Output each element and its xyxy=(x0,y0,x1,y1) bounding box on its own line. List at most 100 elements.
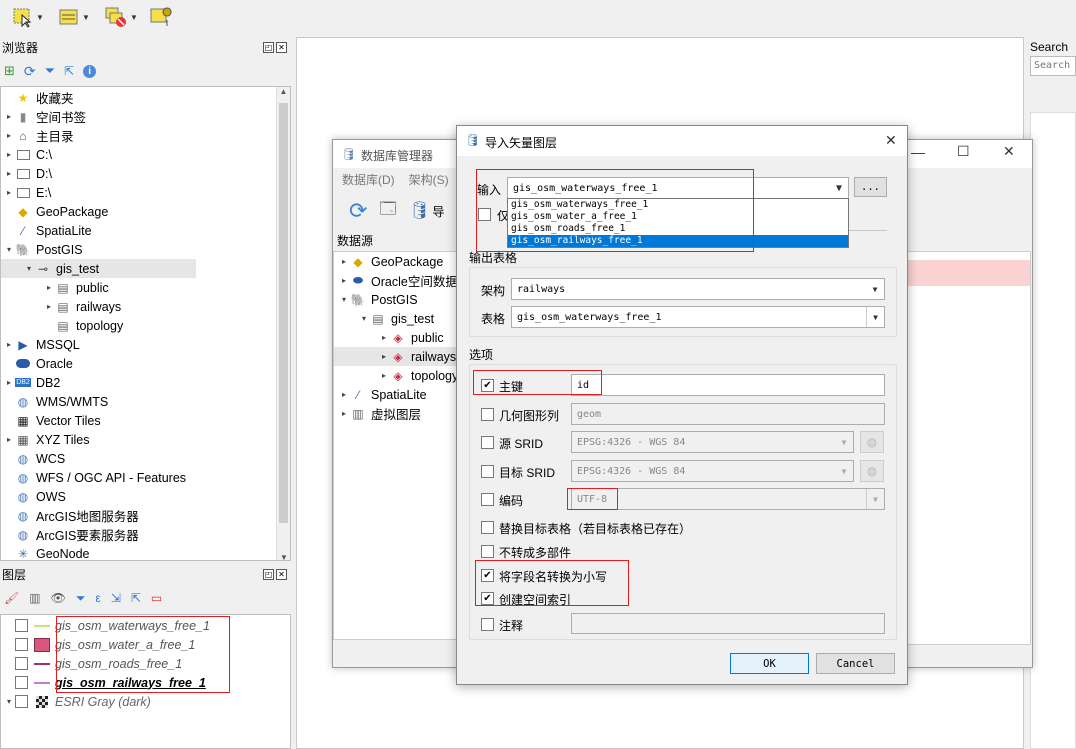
collapsed-arrow-icon[interactable]: ▸ xyxy=(3,112,15,121)
float-icon[interactable]: ◰ xyxy=(263,568,274,580)
db-tree-item[interactable]: ▸ ◈ public xyxy=(334,328,457,347)
add-group-icon[interactable]: ▥ xyxy=(29,591,40,605)
spatial-index-checkbox[interactable]: ✔ xyxy=(481,592,494,605)
browser-item[interactable]: ▸ ▦ XYZ Tiles xyxy=(1,430,290,449)
layer-row[interactable]: gis_osm_roads_free_1 xyxy=(1,654,290,673)
encoding-combo[interactable]: UTF-8 ▼ xyxy=(571,488,885,510)
layer-visibility-checkbox[interactable] xyxy=(15,619,28,632)
db-tree-item[interactable]: ▸ ⁄ SpatiaLite xyxy=(334,385,457,404)
layer-visibility-checkbox[interactable] xyxy=(15,638,28,651)
browser-item[interactable]: ◍ ArcGIS要素服务器 xyxy=(1,525,290,544)
db-tree-item[interactable]: ▸ ◈ topology xyxy=(334,366,457,385)
filter-icon[interactable]: ⏷ xyxy=(45,63,55,79)
visibility-icon[interactable]: 👁 xyxy=(51,591,66,605)
db-tree-item[interactable]: ▸ ◈ railways xyxy=(334,347,457,366)
browser-item[interactable]: ★ 收藏夹 xyxy=(1,88,290,107)
browser-item[interactable]: ▸ E:\ xyxy=(1,183,290,202)
close-icon[interactable]: ✕ xyxy=(1003,143,1015,160)
dropdown-option[interactable]: gis_osm_railways_free_1 xyxy=(508,235,848,247)
cancel-button[interactable]: Cancel xyxy=(816,653,895,674)
maximize-icon[interactable]: ☐ xyxy=(957,143,970,160)
close-icon[interactable]: ✕ xyxy=(276,41,287,53)
close-icon[interactable]: ✕ xyxy=(885,132,897,149)
filter-legend-icon[interactable]: ⏷ xyxy=(76,591,86,606)
comment-checkbox[interactable] xyxy=(481,618,494,631)
browser-item[interactable]: ⁄ SpatiaLite xyxy=(1,221,290,240)
source-srid-combo[interactable]: EPSG:4326 - WGS 84 ▼ xyxy=(571,431,854,453)
layer-row[interactable]: gis_osm_waterways_free_1 xyxy=(1,616,290,635)
browser-item[interactable]: ◍ OWS xyxy=(1,487,290,506)
expression-filter-icon[interactable]: ε xyxy=(95,591,100,605)
browser-item[interactable]: ◍ WFS / OGC API - Features xyxy=(1,468,290,487)
browser-item[interactable]: ▸ ▤ public xyxy=(1,278,290,297)
primary-key-input[interactable]: id xyxy=(571,374,885,396)
browser-item[interactable]: ◍ ArcGIS地图服务器 xyxy=(1,506,290,525)
browser-item[interactable]: ▸ D:\ xyxy=(1,164,290,183)
input-layer-combo[interactable]: gis_osm_waterways_free_1 ▼ xyxy=(507,177,849,199)
collapsed-arrow-icon[interactable]: ▸ xyxy=(378,352,390,361)
remove-layer-icon[interactable]: ▭ xyxy=(151,591,162,605)
browser-item[interactable]: ▸ ▶ MSSQL xyxy=(1,335,290,354)
table-combo[interactable]: gis_osm_waterways_free_1 ▼ xyxy=(511,306,885,328)
expanded-arrow-icon[interactable]: ▾ xyxy=(3,697,15,706)
refresh-icon[interactable]: ⟳ xyxy=(24,63,36,80)
browser-item[interactable]: ✳ GeoNode xyxy=(1,544,290,561)
collapsed-arrow-icon[interactable]: ▸ xyxy=(3,131,15,140)
collapsed-arrow-icon[interactable]: ▸ xyxy=(3,150,15,159)
only-selected-checkbox[interactable] xyxy=(478,208,491,221)
ok-button[interactable]: OK xyxy=(730,653,809,674)
collapsed-arrow-icon[interactable]: ▸ xyxy=(338,276,350,285)
collapsed-arrow-icon[interactable]: ▸ xyxy=(378,371,390,380)
source-srid-checkbox[interactable] xyxy=(481,436,494,449)
browser-item[interactable]: ◆ GeoPackage xyxy=(1,202,290,221)
db-tree-item[interactable]: ▸ ◆ GeoPackage xyxy=(334,252,457,271)
comment-input[interactable] xyxy=(571,613,885,634)
browser-item[interactable]: ▤ topology xyxy=(1,316,290,335)
deselect-button[interactable]: ▼ xyxy=(104,5,138,29)
collapsed-arrow-icon[interactable]: ▸ xyxy=(3,340,15,349)
browser-item[interactable]: ◍ WCS xyxy=(1,449,290,468)
schema-combo[interactable]: railways ▼ xyxy=(511,278,885,300)
target-crs-selector-button[interactable]: ◍ xyxy=(860,460,884,482)
import-layer-icon[interactable]: 🛢 xyxy=(409,201,431,221)
encoding-checkbox[interactable] xyxy=(481,493,494,506)
db-tree-item[interactable]: ▾ ▤ gis_test xyxy=(334,309,457,328)
browser-item[interactable]: ▸ ▮ 空间书签 xyxy=(1,107,290,126)
menu-database[interactable]: 数据库(D) xyxy=(342,171,395,188)
lowercase-fields-checkbox[interactable]: ✔ xyxy=(481,569,494,582)
collapsed-arrow-icon[interactable]: ▸ xyxy=(43,283,55,292)
dropdown-option[interactable]: gis_osm_waterways_free_1 xyxy=(508,199,848,211)
expanded-arrow-icon[interactable]: ▾ xyxy=(358,314,370,323)
collapse-all-icon[interactable]: ⇱ xyxy=(64,64,74,78)
select-by-location-button[interactable] xyxy=(150,5,174,29)
collapsed-arrow-icon[interactable]: ▸ xyxy=(338,409,350,418)
geometry-column-input[interactable]: geom xyxy=(571,403,885,425)
collapsed-arrow-icon[interactable]: ▸ xyxy=(3,435,15,444)
collapsed-arrow-icon[interactable]: ▸ xyxy=(3,378,15,387)
replace-table-checkbox[interactable] xyxy=(481,521,494,534)
browser-item[interactable]: ▸ DB2 DB2 xyxy=(1,373,290,392)
browser-item[interactable]: ▾ 🐘 PostGIS xyxy=(1,240,290,259)
db-tree-item[interactable]: ▸ ▥ 虚拟图层 xyxy=(334,404,457,423)
primary-key-checkbox[interactable]: ✔ xyxy=(481,379,494,392)
dropdown-option[interactable]: gis_osm_roads_free_1 xyxy=(508,223,848,235)
browser-item[interactable]: ◍ WMS/WMTS xyxy=(1,392,290,411)
styling-icon[interactable]: 🖌 xyxy=(4,591,19,605)
collapsed-arrow-icon[interactable]: ▸ xyxy=(338,390,350,399)
layer-visibility-checkbox[interactable] xyxy=(15,695,28,708)
browser-item[interactable]: ▸ ▤ railways xyxy=(1,297,290,316)
collapse-all-icon[interactable]: ⇱ xyxy=(131,591,141,605)
sql-window-icon[interactable]: 🗔 xyxy=(379,198,396,225)
geometry-column-checkbox[interactable] xyxy=(481,408,494,421)
layer-row[interactable]: ▾ ESRI Gray (dark) xyxy=(1,692,290,711)
layer-visibility-checkbox[interactable] xyxy=(15,676,28,689)
browse-button[interactable]: ... xyxy=(854,177,887,197)
minimize-icon[interactable]: — xyxy=(911,144,925,160)
refresh-icon[interactable]: ⟳ xyxy=(349,198,367,224)
select-all-button[interactable]: ▼ xyxy=(58,5,90,29)
browser-item[interactable]: ▸ ⌂ 主目录 xyxy=(1,126,290,145)
menu-schema[interactable]: 架构(S) xyxy=(409,171,449,188)
select-features-button[interactable]: ▼ xyxy=(12,5,44,29)
target-srid-combo[interactable]: EPSG:4326 - WGS 84 ▼ xyxy=(571,460,854,482)
layer-row[interactable]: gis_osm_water_a_free_1 xyxy=(1,635,290,654)
